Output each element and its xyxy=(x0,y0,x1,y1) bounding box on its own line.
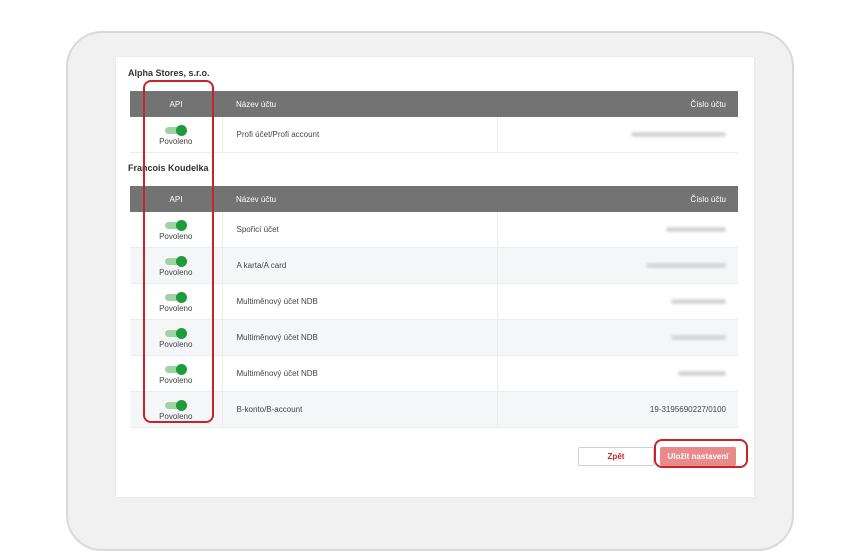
column-header-account-name: Název účtu xyxy=(222,186,497,212)
api-status-label: Povoleno xyxy=(159,412,193,421)
api-cell: Povoleno xyxy=(130,212,223,248)
api-status-label: Povoleno xyxy=(159,268,193,277)
accounts-table: API Název účtu Číslo účtu Povoleno Spoři… xyxy=(130,186,738,428)
account-name: Multiměnový účet NDB xyxy=(222,319,498,356)
api-status-label: Povoleno xyxy=(159,376,193,385)
account-name: Profi účet/Profi account xyxy=(222,117,498,153)
api-status-label: Povoleno xyxy=(159,232,193,241)
table-row: Povoleno B-konto/B-account 19-3195690227… xyxy=(130,391,738,428)
api-status-label: Povoleno xyxy=(159,304,193,313)
api-toggle[interactable] xyxy=(164,125,187,136)
account-number xyxy=(497,117,738,153)
api-toggle[interactable] xyxy=(164,220,187,231)
api-cell: Povoleno xyxy=(130,355,223,392)
column-header-api: API xyxy=(130,186,222,212)
account-number-redacted xyxy=(678,371,726,377)
account-name: Multiměnový účet NDB xyxy=(222,283,498,320)
table-header-row: API Název účtu Číslo účtu xyxy=(130,91,738,117)
table-row: Povoleno Multiměnový účet NDB xyxy=(130,283,738,320)
account-number-redacted xyxy=(666,227,726,233)
account-number-redacted xyxy=(631,132,726,138)
api-status-label: Povoleno xyxy=(159,137,193,146)
account-number-redacted xyxy=(646,263,726,269)
account-number xyxy=(497,247,738,284)
column-header-account-number: Číslo účtu xyxy=(497,91,738,117)
api-cell: Povoleno xyxy=(130,117,223,153)
table-row: Povoleno Multiměnový účet NDB xyxy=(130,355,738,392)
table-row: Povoleno A karta/A card xyxy=(130,247,738,284)
api-toggle[interactable] xyxy=(164,400,187,411)
account-name: B-konto/B-account xyxy=(222,391,498,428)
company-name: Alpha Stores, s.r.o. xyxy=(128,68,210,78)
account-number-redacted xyxy=(671,299,726,305)
company-name: Francois Koudelka xyxy=(128,163,209,173)
api-toggle[interactable] xyxy=(164,328,187,339)
account-settings-panel: Alpha Stores, s.r.o. API Název účtu Čísl… xyxy=(116,57,754,497)
table-header-row: API Název účtu Číslo účtu xyxy=(130,186,738,212)
api-cell: Povoleno xyxy=(130,319,223,356)
account-name: Spořicí účet xyxy=(222,212,498,248)
api-cell: Povoleno xyxy=(130,391,223,428)
account-name: A karta/A card xyxy=(222,247,498,284)
column-header-account-number: Číslo účtu xyxy=(497,186,738,212)
table-row: Povoleno Spořicí účet xyxy=(130,212,738,248)
account-number xyxy=(497,283,738,320)
account-name: Multiměnový účet NDB xyxy=(222,355,498,392)
save-settings-button[interactable]: Uložit nastavení xyxy=(660,447,736,466)
accounts-table: API Název účtu Číslo účtu Povoleno Profi… xyxy=(130,91,738,153)
account-number xyxy=(497,212,738,248)
table-row: Povoleno Profi účet/Profi account xyxy=(130,117,738,153)
table-row: Povoleno Multiměnový účet NDB xyxy=(130,319,738,356)
column-header-account-name: Název účtu xyxy=(222,91,497,117)
api-toggle[interactable] xyxy=(164,292,187,303)
api-status-label: Povoleno xyxy=(159,340,193,349)
account-number xyxy=(497,355,738,392)
api-toggle[interactable] xyxy=(164,256,187,267)
api-cell: Povoleno xyxy=(130,247,223,284)
api-toggle[interactable] xyxy=(164,364,187,375)
account-number-redacted xyxy=(671,335,726,341)
column-header-api: API xyxy=(130,91,222,117)
back-button[interactable]: Zpět xyxy=(578,447,654,466)
account-number xyxy=(497,319,738,356)
account-number: 19-3195690227/0100 xyxy=(497,391,738,428)
account-number-text: 19-3195690227/0100 xyxy=(649,405,726,414)
api-cell: Povoleno xyxy=(130,283,223,320)
